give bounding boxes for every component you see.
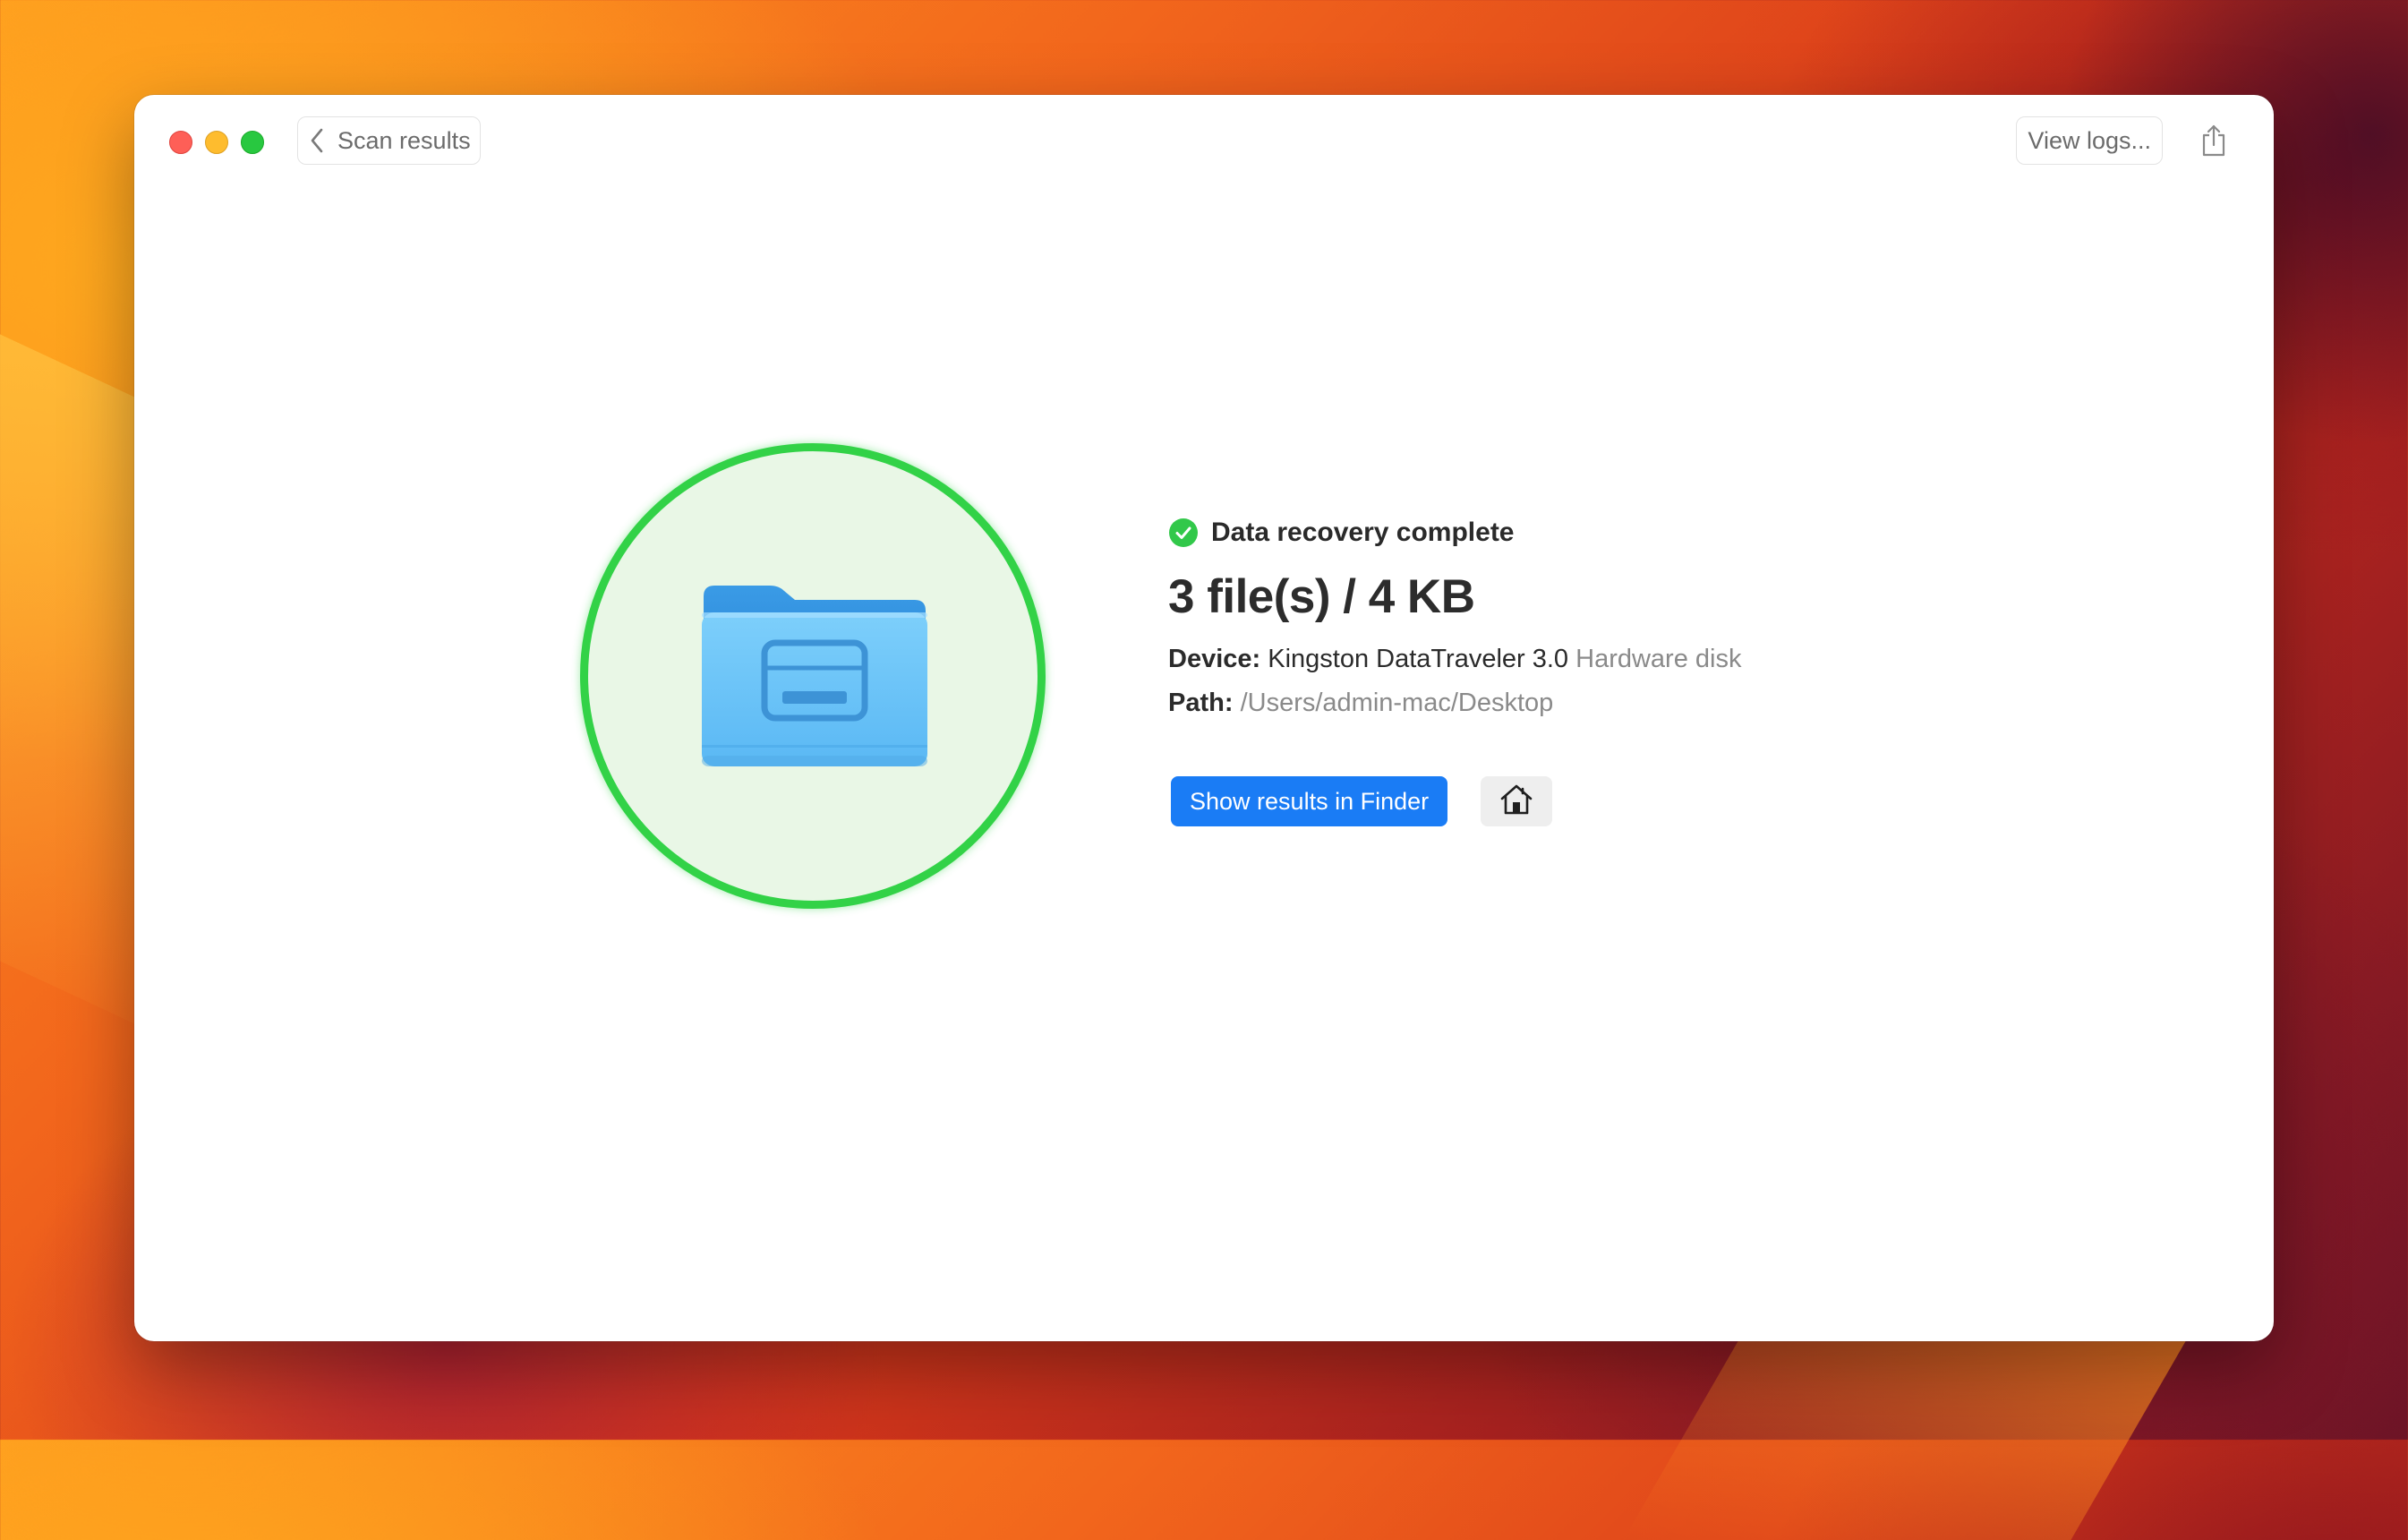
back-button-label: Scan results [337, 126, 471, 154]
home-button[interactable] [1481, 776, 1552, 826]
device-type: Hardware disk [1575, 645, 1742, 673]
status-text: Data recovery complete [1211, 518, 1515, 547]
device-name: Kingston DataTraveler 3.0 [1268, 645, 1569, 673]
titlebar: Scan results View logs... [134, 95, 2274, 184]
close-window-button[interactable] [169, 131, 192, 154]
zoom-window-button[interactable] [241, 131, 264, 154]
view-logs-button[interactable]: View logs... [2016, 116, 2163, 165]
path-value: /Users/admin-mac/Desktop [1240, 689, 1554, 717]
back-to-scan-results-button[interactable]: Scan results [297, 116, 481, 165]
device-label: Device: [1168, 645, 1261, 673]
device-info: Device: Kingston DataTraveler 3.0 Hardwa… [1168, 645, 1741, 674]
recovered-summary: 3 file(s) / 4 KB [1168, 570, 1475, 623]
share-icon [2200, 124, 2227, 161]
minimize-window-button[interactable] [205, 131, 228, 154]
check-circle-icon [1168, 518, 1199, 548]
share-button[interactable] [2193, 122, 2234, 163]
path-label: Path: [1168, 689, 1234, 717]
path-info: Path: /Users/admin-mac/Desktop [1168, 689, 1553, 718]
folder-icon [700, 578, 929, 775]
app-window: Scan results View logs... Data recovery … [134, 95, 2274, 1341]
chevron-left-icon [305, 127, 329, 154]
show-results-in-finder-button[interactable]: Show results in Finder [1171, 776, 1448, 826]
status-row: Data recovery complete [1168, 518, 1515, 548]
home-icon [1499, 783, 1533, 820]
